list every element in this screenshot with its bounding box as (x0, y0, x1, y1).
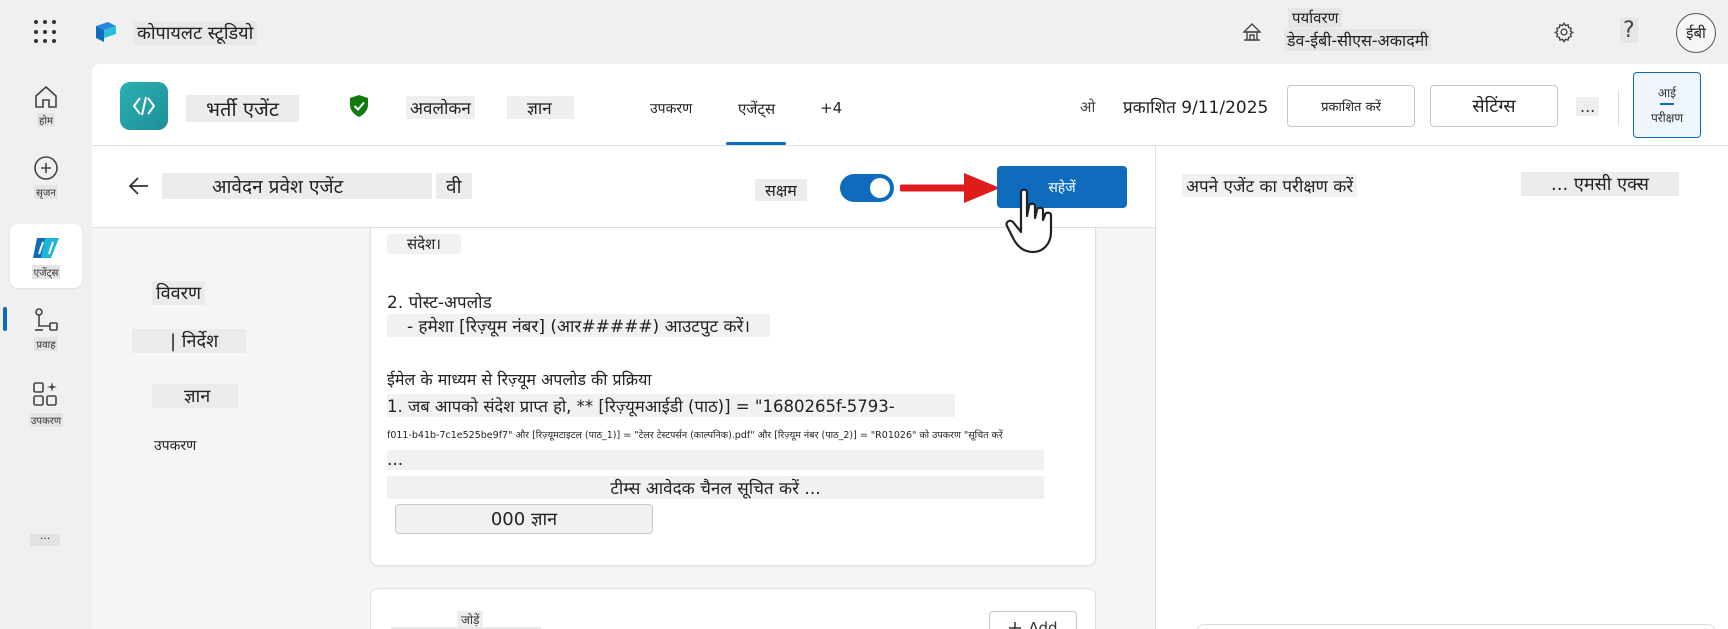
rail-label-agents: एजेंट्स (31, 265, 61, 279)
rail-more-icon[interactable]: ··· (30, 533, 60, 546)
instruction-line: - हमेशा [रिज़्यूम नंबर] (आर#####) आउटपुट… (387, 314, 770, 337)
agents-icon (33, 238, 59, 258)
active-tab-underline (726, 142, 786, 145)
knowledge-chip-label: 000 ज्ञान (490, 509, 558, 530)
agent-header: भर्ती एजेंट अवलोकन ज्ञान उपकरण एजेंट्स +… (92, 64, 1728, 146)
environment-icon[interactable] (1240, 20, 1264, 44)
rail-item-agents[interactable]: एजेंट्स (10, 224, 82, 288)
more-options-button[interactable]: ... (1576, 97, 1600, 116)
plus-icon (1009, 622, 1022, 629)
rail-item-create[interactable]: सृजन (10, 144, 82, 208)
instruction-line: संदेश। (387, 234, 461, 254)
add-section-card: जोड़ें Add (370, 588, 1096, 629)
home-icon (35, 85, 57, 108)
tab-overview[interactable]: अवलोकन (406, 96, 475, 119)
instruction-line: 1. जब आपको संदेश प्राप्त हो, ** [रिज़्यू… (387, 394, 955, 417)
add-button-label: Add (1028, 619, 1058, 629)
tab-tools[interactable]: उपकरण (646, 99, 696, 118)
avatar[interactable]: ईबी (1676, 13, 1716, 53)
enabled-toggle[interactable] (840, 174, 894, 202)
left-rail: होम सृजन एजेंट्स प्रवाह उपकरण ··· (0, 64, 92, 629)
agent-avatar-icon (120, 82, 168, 130)
top-bar: कोपायलट स्टूडियो पर्यावरण डेव-ईबी-सीएस-अ… (0, 0, 1728, 64)
app-name: कोपायलट स्टूडियो (133, 21, 258, 45)
instruction-line: ... (387, 450, 1044, 470)
test-agent-button[interactable]: आई परीक्षण (1633, 72, 1701, 138)
rail-item-tools[interactable]: उपकरण (10, 370, 82, 434)
test-panel-actions[interactable]: ... एमसी एक्स (1521, 172, 1679, 196)
tab-agents[interactable]: एजेंट्स (734, 99, 779, 119)
sub-agent-header: आवेदन प्रवेश एजेंट वी सक्षम सहेजें (92, 146, 1155, 228)
environment-label: पर्यावरण (1288, 8, 1343, 28)
instruction-line: टीम्स आवेदक चैनल सूचित करें ... (387, 476, 1044, 499)
instructions-card[interactable]: संदेश। 2. पोस्ट-अपलोड - हमेशा [रिज़्यूम … (370, 228, 1096, 566)
rail-label-home: होम (37, 113, 55, 127)
instruction-line: f011-b41b-7c1e525be9f7" और [रिज़्यूमटाइट… (387, 430, 1003, 441)
copilot-studio-logo (96, 22, 116, 42)
rail-label-flows: प्रवाह (34, 337, 58, 351)
published-date: प्रकाशित 9/11/2025 (1123, 98, 1269, 118)
side-nav-knowledge[interactable]: ज्ञान (152, 384, 239, 408)
toggle-knob (870, 178, 890, 198)
rail-label-tools: उपकरण (28, 413, 64, 427)
tools-icon (33, 382, 57, 406)
back-arrow-icon[interactable] (128, 176, 150, 196)
side-nav-tools[interactable]: उपकरण (150, 436, 200, 455)
environment-value[interactable]: डेव-ईबी-सीएस-अकादमी (1284, 29, 1432, 51)
test-chat-input-edge (1196, 624, 1716, 629)
hand-cursor-icon (1005, 188, 1053, 254)
knowledge-chip[interactable]: 000 ज्ञान (395, 504, 653, 534)
tab-knowledge[interactable]: ज्ञान (507, 96, 574, 119)
settings-button[interactable]: सेटिंग्स (1430, 85, 1558, 127)
published-status-icon: ओ (1080, 98, 1096, 116)
rail-label-create: सृजन (34, 185, 58, 199)
flows-icon (35, 308, 58, 331)
app-launcher-icon[interactable] (34, 20, 58, 44)
settings-button-label: सेटिंग्स (1472, 96, 1516, 117)
published-shield-icon (350, 95, 368, 117)
sub-agent-title: आवेदन प्रवेश एजेंट (162, 173, 432, 199)
test-button-line1: आई (1657, 86, 1677, 100)
test-button-bar (1660, 103, 1674, 105)
test-panel: अपने एजेंट का परीक्षण करें ... एमसी एक्स (1155, 146, 1728, 629)
plus-circle-icon (34, 156, 58, 180)
agent-name: भर्ती एजेंट (186, 95, 299, 122)
rail-item-flows[interactable]: प्रवाह (10, 296, 82, 360)
avatar-initials: ईबी (1686, 24, 1706, 42)
test-button-line2: परीक्षण (1650, 111, 1684, 125)
red-arrow-annotation (900, 173, 1000, 203)
header-divider (1618, 90, 1619, 126)
sub-agent-title-suffix: वी (436, 173, 472, 199)
rail-active-indicator (3, 307, 7, 331)
side-nav-instructions[interactable]: | निर्देश (132, 329, 247, 353)
instruction-line: ईमेल के माध्यम से रिज़्यूम अपलोड की प्रक… (387, 370, 652, 389)
tab-more[interactable]: +4 (816, 99, 846, 117)
rail-item-home[interactable]: होम (10, 74, 82, 138)
add-section-label: जोड़ें (457, 611, 484, 628)
add-button[interactable]: Add (989, 611, 1077, 629)
help-icon[interactable]: ? (1620, 18, 1638, 43)
side-nav-details[interactable]: विवरण (152, 281, 206, 305)
publish-button[interactable]: प्रकाशित करें (1287, 85, 1415, 127)
publish-button-label: प्रकाशित करें (1321, 100, 1381, 115)
test-panel-title: अपने एजेंट का परीक्षण करें (1182, 174, 1358, 197)
enabled-label: सक्षम (755, 179, 807, 201)
settings-gear-icon[interactable] (1553, 21, 1575, 43)
instruction-line: 2. पोस्ट-अपलोड (387, 293, 492, 313)
